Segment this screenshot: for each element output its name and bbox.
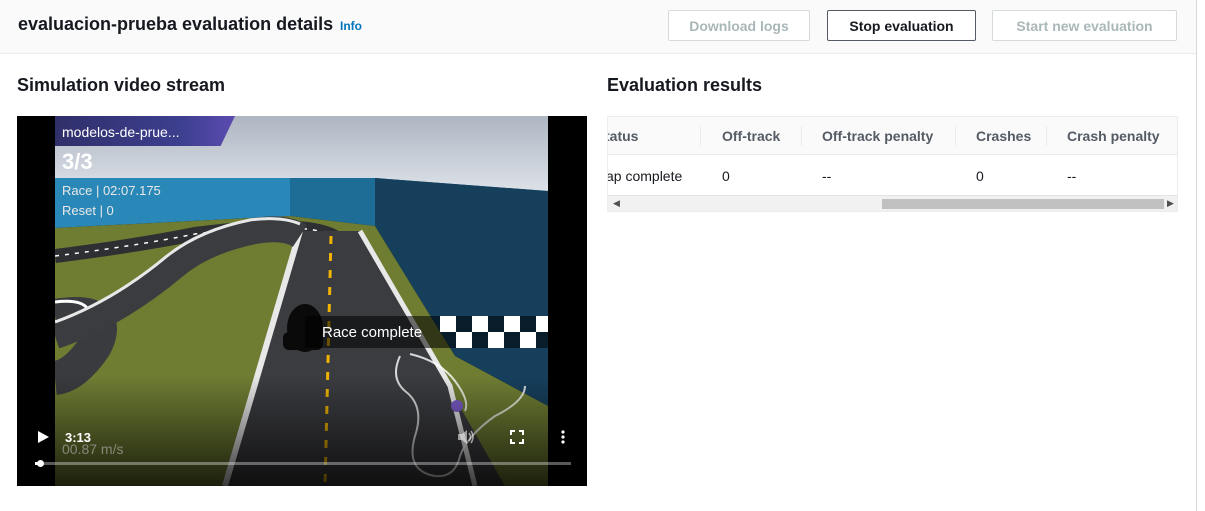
download-logs-button[interactable]: Download logs xyxy=(668,10,810,41)
simulation-heading: Simulation video stream xyxy=(17,75,226,95)
column-header-crash-penalty[interactable]: Crash penalty xyxy=(1067,128,1160,144)
video-progress-bar[interactable] xyxy=(35,460,571,467)
simulation-video-player[interactable]: modelos-de-prue... 3/3 Race | 02:07.175 … xyxy=(17,116,587,486)
page-divider xyxy=(1196,0,1197,511)
model-name: modelos-de-prue... xyxy=(62,124,180,140)
info-link[interactable]: Info xyxy=(340,19,362,33)
lap-counter: 3/3 xyxy=(62,149,93,174)
race-time: Race | 02:07.175 xyxy=(62,183,161,198)
cell-off-track: 0 xyxy=(722,168,730,184)
race-complete-label: Race complete xyxy=(322,324,423,341)
start-new-evaluation-button[interactable]: Start new evaluation xyxy=(992,10,1177,41)
horizontal-scrollbar[interactable]: ◀ ▶ xyxy=(608,195,1177,211)
stop-evaluation-button[interactable]: Stop evaluation xyxy=(827,10,976,41)
cell-crash-penalty: -- xyxy=(1067,168,1077,184)
column-separator xyxy=(1046,126,1047,146)
column-separator xyxy=(801,126,802,146)
column-separator xyxy=(955,126,956,146)
column-separator xyxy=(700,126,701,146)
column-header-off-track-penalty[interactable]: Off-track penalty xyxy=(822,128,933,144)
more-options-icon[interactable] xyxy=(557,429,569,445)
player-controls-backdrop xyxy=(17,376,587,486)
page-header: evaluacion-prueba evaluation details Inf… xyxy=(0,0,1197,54)
column-header-status[interactable]: tatus xyxy=(608,128,638,144)
reset-count: Reset | 0 xyxy=(62,203,114,218)
page-title: evaluacion-prueba evaluation details xyxy=(18,14,334,34)
column-header-crashes[interactable]: Crashes xyxy=(976,128,1031,144)
play-icon[interactable] xyxy=(35,429,51,445)
table-header-row: tatus Off-track Off-track penalty Crashe… xyxy=(608,117,1177,155)
cell-off-track-penalty: -- xyxy=(822,168,832,184)
cell-crashes: 0 xyxy=(976,168,984,184)
scrollbar-thumb[interactable] xyxy=(882,199,1164,209)
cell-status: ap complete xyxy=(607,168,683,184)
evaluation-heading: Evaluation results xyxy=(607,75,763,95)
fullscreen-icon[interactable] xyxy=(509,429,525,445)
video-time: 3:13 xyxy=(65,430,92,445)
evaluation-results-table: tatus Off-track Off-track penalty Crashe… xyxy=(607,116,1178,212)
scroll-right-arrow-icon[interactable]: ▶ xyxy=(1167,198,1174,209)
volume-icon[interactable] xyxy=(457,429,475,445)
scroll-left-arrow-icon[interactable]: ◀ xyxy=(613,198,620,209)
column-header-off-track[interactable]: Off-track xyxy=(722,128,780,144)
